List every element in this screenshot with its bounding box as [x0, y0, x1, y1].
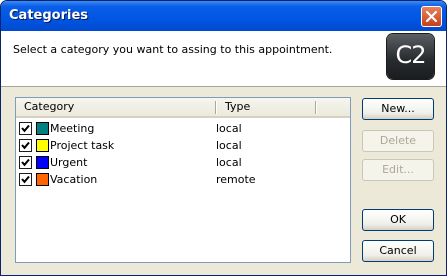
checkmark-icon	[21, 175, 30, 184]
close-button[interactable]	[421, 6, 442, 27]
title-bar[interactable]: Categories	[1, 1, 446, 31]
app-logo: C2	[387, 34, 434, 79]
column-header-category[interactable]: Category	[24, 98, 74, 116]
category-color-swatch	[36, 156, 49, 169]
instruction-text: Select a category you want to assing to …	[13, 43, 333, 56]
category-color-swatch	[36, 173, 49, 186]
category-type: local	[216, 122, 242, 135]
category-name: Urgent	[50, 156, 88, 169]
column-header-type[interactable]: Type	[225, 98, 250, 116]
category-name: Meeting	[50, 122, 95, 135]
row-checkbox[interactable]	[19, 156, 32, 169]
new-button[interactable]: New...	[362, 98, 434, 120]
delete-button[interactable]: Delete	[362, 130, 434, 152]
close-icon	[426, 11, 437, 22]
row-checkbox[interactable]	[19, 173, 32, 186]
list-item[interactable]: Vacation remote	[16, 171, 350, 188]
checkmark-icon	[21, 158, 30, 167]
category-type: remote	[216, 173, 256, 186]
category-type: local	[216, 156, 242, 169]
category-color-swatch	[36, 122, 49, 135]
column-divider[interactable]	[215, 101, 216, 114]
logo-text: C2	[395, 41, 426, 69]
edit-button[interactable]: Edit...	[362, 159, 434, 181]
categories-dialog: Categories Select a category you want to…	[0, 0, 447, 276]
window-title: Categories	[9, 8, 89, 23]
dialog-header: Select a category you want to assing to …	[1, 31, 446, 87]
row-checkbox[interactable]	[19, 122, 32, 135]
category-type: local	[216, 139, 242, 152]
category-color-swatch	[36, 139, 49, 152]
ok-button[interactable]: OK	[362, 209, 434, 231]
list-item[interactable]: Project task local	[16, 137, 350, 154]
checkmark-icon	[21, 124, 30, 133]
category-name: Project task	[50, 139, 115, 152]
category-name: Vacation	[50, 173, 98, 186]
checkmark-icon	[21, 141, 30, 150]
list-item[interactable]: Urgent local	[16, 154, 350, 171]
column-divider[interactable]	[315, 101, 316, 114]
cancel-button[interactable]: Cancel	[362, 240, 434, 262]
row-checkbox[interactable]	[19, 139, 32, 152]
category-list[interactable]: Category Type Meeting local Project task…	[15, 97, 351, 263]
list-column-header: Category Type	[16, 98, 350, 118]
list-item[interactable]: Meeting local	[16, 120, 350, 137]
